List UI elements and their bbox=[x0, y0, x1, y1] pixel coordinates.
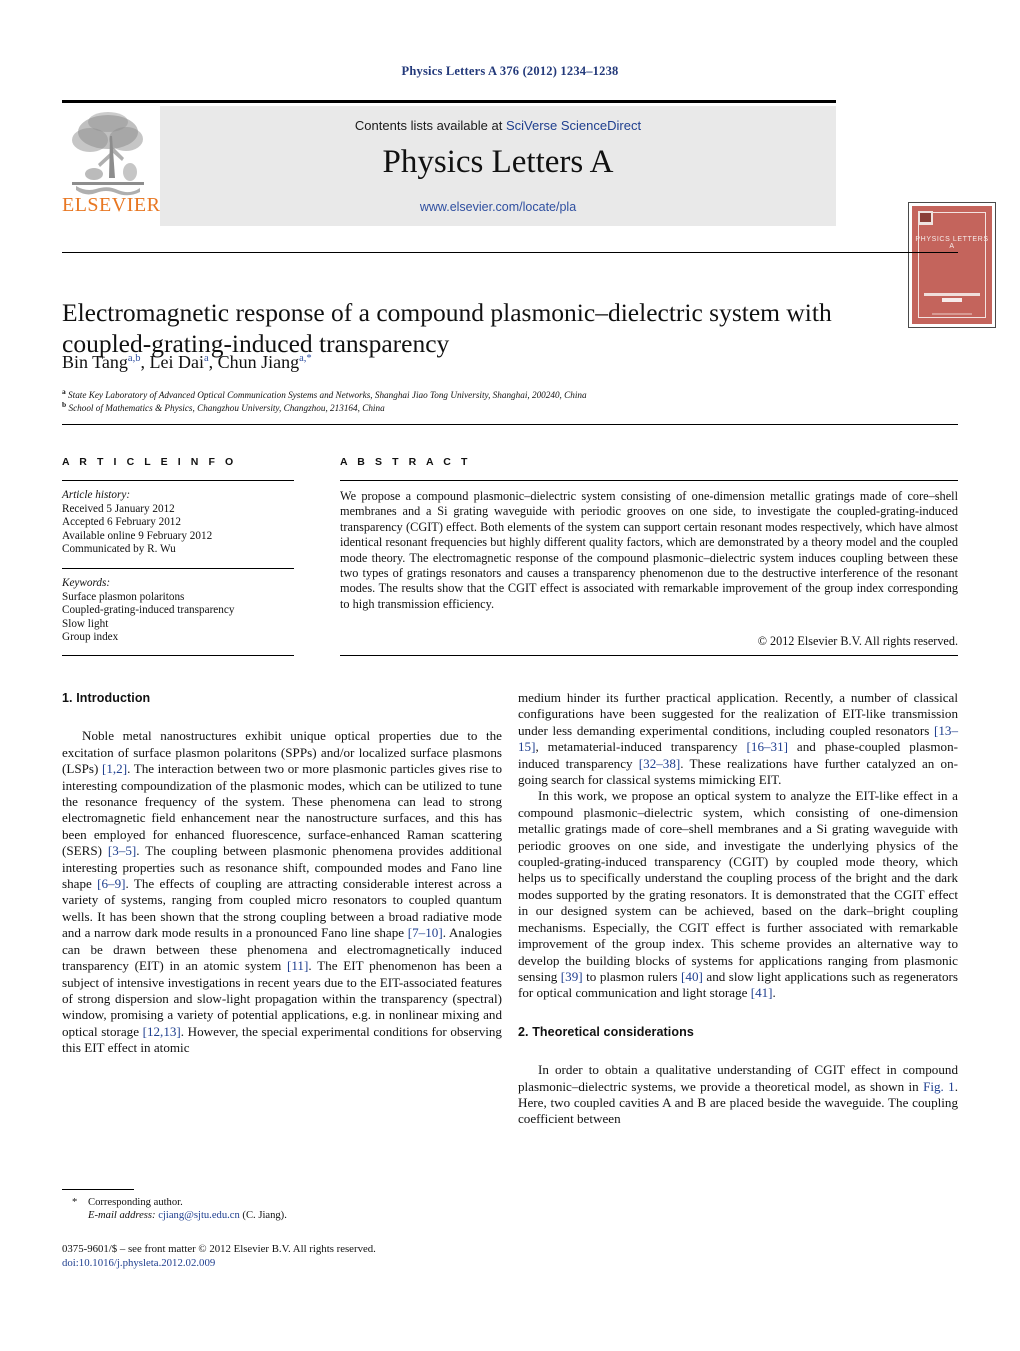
text-run: medium hinder its further practical appl… bbox=[518, 690, 958, 738]
cover-journal-title: PHYSICS LETTERS A bbox=[915, 236, 989, 250]
journal-masthead: ELSEVIER Contents lists available at Sci… bbox=[62, 100, 996, 328]
abstract-rule-1 bbox=[340, 480, 958, 481]
elsevier-logo: ELSEVIER bbox=[62, 106, 161, 226]
history-item: Accepted 6 February 2012 bbox=[62, 516, 181, 529]
abstract-copyright: © 2012 Elsevier B.V. All rights reserved… bbox=[757, 634, 958, 648]
contents-prefix: Contents lists available at bbox=[354, 118, 506, 133]
citation-ref[interactable]: [6–9] bbox=[97, 876, 125, 891]
masthead-top-rule bbox=[62, 100, 836, 103]
info-rule-3 bbox=[62, 655, 294, 656]
cover-art: PHYSICS LETTERS A bbox=[912, 206, 992, 324]
history-item: Communicated by R. Wu bbox=[62, 543, 176, 556]
journal-title: Physics Letters A bbox=[382, 144, 614, 180]
title-top-rule bbox=[62, 252, 958, 253]
keyword-item: Surface plasmon polaritons bbox=[62, 590, 185, 603]
cover-frame bbox=[918, 212, 986, 318]
affiliation-a-mark: a bbox=[62, 387, 66, 396]
elsevier-wordmark: ELSEVIER bbox=[62, 194, 161, 216]
issn-copyright-line: 0375-9601/$ – see front matter © 2012 El… bbox=[62, 1243, 376, 1255]
history-item: Available online 9 February 2012 bbox=[62, 529, 213, 542]
text-run: In this work, we propose an optical syst… bbox=[518, 788, 958, 984]
running-head: Physics Letters A 376 (2012) 1234–1238 bbox=[401, 64, 619, 78]
section-heading-theoretical: 2. Theoretical considerations bbox=[518, 1024, 694, 1039]
author-3-sup: a,* bbox=[299, 353, 312, 364]
citation-ref[interactable]: [41] bbox=[751, 985, 773, 1000]
page-title: Electromagnetic response of a compound p… bbox=[62, 298, 832, 359]
body-column-left: 1. Introduction Noble metal nanostructur… bbox=[62, 690, 502, 1057]
citation-ref[interactable]: [16–31] bbox=[747, 739, 788, 754]
title-bottom-rule bbox=[62, 424, 958, 425]
author-list: Bin Tanga,b, Lei Daia, Chun Jianga,* bbox=[62, 352, 312, 372]
abstract-rule-2 bbox=[340, 655, 958, 656]
doi-link[interactable]: doi:10.1016/j.physleta.2012.02.009 bbox=[62, 1257, 522, 1271]
info-rule-1 bbox=[62, 480, 294, 481]
author-2: Lei Daia bbox=[149, 352, 208, 372]
citation-ref[interactable]: [40] bbox=[681, 969, 703, 984]
affiliation-b-mark: b bbox=[62, 400, 67, 409]
author-1-name: Bin Tang bbox=[62, 352, 128, 372]
email-note: E-mail address: cjiang@sjtu.edu.cn (C. J… bbox=[88, 1209, 502, 1222]
citation-ref[interactable]: [32–38] bbox=[639, 756, 680, 771]
paragraph-theory: In order to obtain a qualitative underst… bbox=[518, 1062, 958, 1128]
figure-ref[interactable]: Fig. 1 bbox=[923, 1079, 955, 1094]
article-info-heading: A R T I C L E I N F O bbox=[62, 456, 237, 468]
journal-cover-thumbnail: PHYSICS LETTERS A bbox=[908, 202, 996, 328]
history-item: Received 5 January 2012 bbox=[62, 502, 175, 515]
paper-page: Physics Letters A 376 (2012) 1234–1238 E… bbox=[0, 0, 1020, 1351]
citation-ref[interactable]: [11] bbox=[287, 958, 308, 973]
citation-ref[interactable]: [39] bbox=[561, 969, 583, 984]
footnote-rule bbox=[62, 1189, 134, 1190]
author-3: Chun Jianga,* bbox=[218, 352, 312, 372]
corresponding-author-marker: * bbox=[72, 1197, 78, 1208]
keywords-block: Keywords: Surface plasmon polaritons Cou… bbox=[62, 577, 302, 645]
elsevier-tree-icon bbox=[72, 112, 144, 196]
cover-bottom-rule bbox=[932, 313, 972, 315]
paragraph-continued: medium hinder its further practical appl… bbox=[518, 690, 958, 788]
body-column-right: medium hinder its further practical appl… bbox=[518, 690, 958, 1128]
abstract-text: We propose a compound plasmonic–dielectr… bbox=[340, 489, 958, 611]
email-label: E-mail address: bbox=[88, 1210, 156, 1222]
affiliation-b: b School of Mathematics & Physics, Chang… bbox=[62, 399, 942, 414]
citation-ref[interactable]: [3–5] bbox=[108, 843, 136, 858]
journal-url-text: www.elsevier.com/locate/pla bbox=[419, 200, 577, 214]
contents-line: Contents lists available at SciVerse Sci… bbox=[160, 118, 836, 133]
author-1: Bin Tanga,b bbox=[62, 352, 140, 372]
info-rule-2 bbox=[62, 568, 294, 569]
cover-footer-marks bbox=[924, 293, 980, 302]
keyword-item: Slow light bbox=[62, 617, 109, 630]
citation-ref[interactable]: [7–10] bbox=[408, 925, 443, 940]
paragraph-intro: Noble metal nanostructures exhibit uniqu… bbox=[62, 728, 502, 1056]
keyword-item: Coupled-grating-induced transparency bbox=[62, 604, 235, 617]
author-2-sup: a bbox=[203, 353, 209, 364]
article-history-label: Article history: bbox=[62, 489, 131, 501]
section-heading-introduction: 1. Introduction bbox=[62, 691, 151, 705]
text-run: to plasmon rulers bbox=[582, 968, 682, 984]
citation-ref[interactable]: [12,13] bbox=[143, 1024, 181, 1039]
journal-banner: Contents lists available at SciVerse Sci… bbox=[160, 106, 836, 226]
imprint-block: 0375-9601/$ – see front matter © 2012 El… bbox=[62, 1243, 522, 1271]
footnote-block: * Corresponding author. E-mail address: … bbox=[62, 1196, 502, 1223]
text-run: In order to obtain a qualitative underst… bbox=[518, 1062, 958, 1094]
journal-url[interactable]: www.elsevier.com/locate/pla bbox=[160, 200, 836, 214]
citation-ref[interactable]: [1,2] bbox=[102, 761, 127, 776]
keywords-label: Keywords: bbox=[62, 577, 111, 589]
article-history: Article history: Received 5 January 2012… bbox=[62, 489, 302, 557]
abstract-heading: A B S T R A C T bbox=[340, 456, 471, 468]
paragraph-this-work: In this work, we propose an optical syst… bbox=[518, 788, 958, 1001]
email-suffix: (C. Jiang). bbox=[239, 1210, 287, 1222]
corresponding-author-note: Corresponding author. bbox=[88, 1197, 183, 1208]
author-3-name: Chun Jiang bbox=[217, 352, 300, 372]
text-run: , metamaterial-induced transparency bbox=[535, 739, 747, 755]
cover-badge-icon bbox=[918, 211, 933, 225]
author-1-sup: a,b bbox=[127, 353, 141, 364]
affiliation-b-text: School of Mathematics & Physics, Changzh… bbox=[68, 403, 385, 414]
author-2-name: Lei Dai bbox=[149, 352, 204, 372]
sciencedirect-link[interactable]: SciVerse ScienceDirect bbox=[506, 118, 641, 133]
email-link[interactable]: cjiang@sjtu.edu.cn bbox=[158, 1210, 240, 1221]
keyword-item: Group index bbox=[62, 631, 119, 644]
text-run: . bbox=[772, 985, 776, 1001]
